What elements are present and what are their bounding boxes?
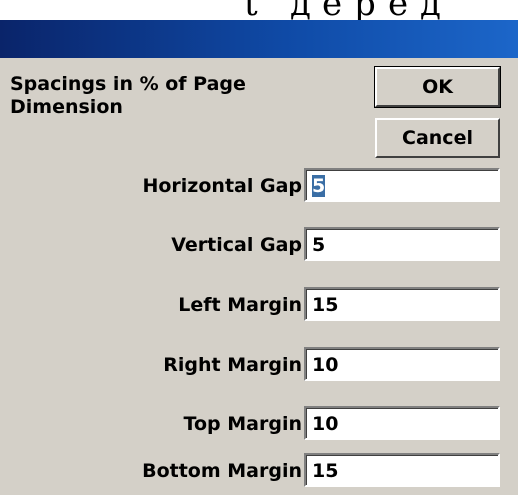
horizontal-gap-value: 5 [312, 175, 326, 197]
ok-button[interactable]: OK [374, 66, 501, 108]
bottom-margin-label: Bottom Margin [142, 460, 302, 482]
bottom-margin-input[interactable]: 15 [304, 453, 500, 487]
top-margin-value: 10 [312, 413, 339, 435]
top-margin-input[interactable]: 10 [304, 406, 500, 440]
right-margin-value: 10 [312, 354, 339, 376]
left-margin-label: Left Margin [178, 294, 302, 316]
vertical-gap-label: Vertical Gap [171, 234, 302, 256]
horizontal-gap-input[interactable]: 5 [304, 168, 500, 202]
cancel-button[interactable]: Cancel [375, 118, 500, 158]
bottom-margin-value: 15 [312, 460, 339, 482]
left-margin-input[interactable]: 15 [304, 287, 500, 321]
right-margin-input[interactable]: 10 [304, 347, 500, 381]
dialog-heading: Spacings in % of Page Dimension [10, 73, 246, 118]
top-margin-label: Top Margin [183, 413, 302, 435]
vertical-gap-value: 5 [312, 234, 326, 256]
vertical-gap-input[interactable]: 5 [304, 227, 500, 261]
dialog-titlebar[interactable] [0, 20, 518, 58]
right-margin-label: Right Margin [163, 354, 302, 376]
left-margin-value: 15 [312, 294, 339, 316]
horizontal-gap-label: Horizontal Gap [142, 175, 302, 197]
spacing-dialog: Spacings in % of Page Dimension OK Cance… [0, 20, 518, 495]
